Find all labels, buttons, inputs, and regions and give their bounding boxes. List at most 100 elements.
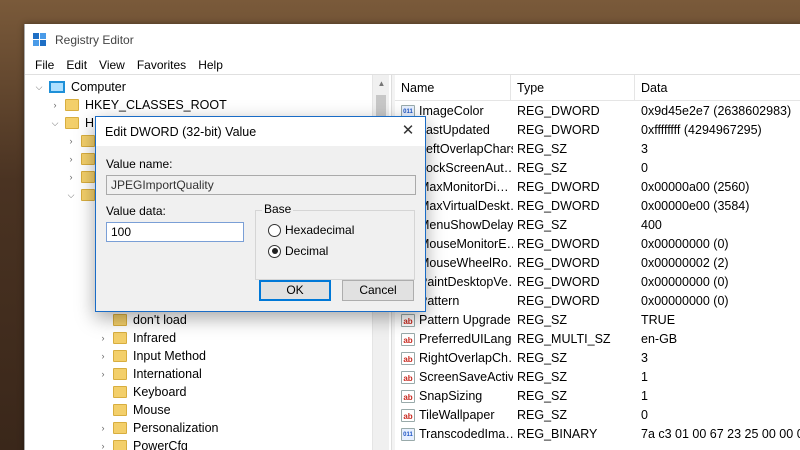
cell-type: REG_MULTI_SZ xyxy=(517,332,611,346)
chevron-down-icon[interactable]: ⌵ xyxy=(65,190,77,201)
tree-item-input-method[interactable]: › Input Method xyxy=(97,347,206,365)
table-row[interactable]: ab PreferredUILang… REG_MULTI_SZ en-GB xyxy=(395,330,800,349)
value-name: MaxMonitorDi… xyxy=(419,180,509,194)
tree-item-mouse[interactable]: Mouse xyxy=(97,401,171,419)
value-data-input[interactable]: 100 xyxy=(106,222,244,242)
value-name: LastUpdated xyxy=(419,123,490,137)
close-icon[interactable]: ✕ xyxy=(397,121,419,141)
table-row[interactable]: 011 TranscodedIma… REG_BINARY 7a c3 01 00 6… xyxy=(395,425,800,444)
cell-data: en-GB xyxy=(641,332,678,346)
window-title: Registry Editor xyxy=(55,33,134,47)
dialog-title-bar[interactable]: Edit DWORD (32-bit) Value ✕ xyxy=(96,117,425,146)
table-row[interactable]: 011MouseWheelRo…REG_DWORD0x00000002 (2) xyxy=(395,254,800,273)
tree-item-computer[interactable]: ⌵ Computer xyxy=(33,78,126,96)
tree-item-personalization[interactable]: › Personalization xyxy=(97,419,219,437)
chevron-right-icon[interactable]: › xyxy=(97,333,109,343)
cell-data: 7a c3 01 00 67 23 25 00 00 0a 0 xyxy=(641,427,800,441)
cell-type: REG_DWORD xyxy=(517,237,600,251)
chevron-right-icon[interactable]: › xyxy=(97,423,109,433)
chevron-right-icon[interactable]: › xyxy=(65,154,77,164)
radio-decimal[interactable]: Decimal xyxy=(268,244,328,258)
cell-type: REG_SZ xyxy=(517,370,568,384)
tree-item-label: H xyxy=(85,116,95,130)
table-row[interactable]: 011LastUpdatedREG_DWORD0xffffffff (42949… xyxy=(395,121,800,140)
string-value-icon: ab xyxy=(401,352,415,365)
value-name: MaxVirtualDeskt… xyxy=(419,199,513,213)
edit-dword-dialog: Edit DWORD (32-bit) Value ✕ Value name: … xyxy=(95,116,426,312)
tree-item-powercfg[interactable]: › PowerCfg xyxy=(97,437,188,450)
table-row[interactable]: abLeftOverlapCharsREG_SZ3 xyxy=(395,140,800,159)
chevron-right-icon[interactable]: › xyxy=(65,172,77,182)
tree-item-hkey-current-user[interactable]: ⌵ H xyxy=(49,114,94,132)
table-row[interactable]: ab SnapSizing REG_SZ 1 xyxy=(395,387,800,406)
value-name: ImageColor xyxy=(419,104,484,118)
tree-item-label: PowerCfg xyxy=(133,439,188,450)
column-header-type[interactable]: Type xyxy=(511,75,635,101)
cell-data: 0x00000000 (0) xyxy=(641,275,729,289)
tree-item-label: HKEY_CLASSES_ROOT xyxy=(85,98,227,112)
value-name: MouseWheelRo… xyxy=(419,256,513,270)
tree-item-label: Infrared xyxy=(133,331,177,345)
dialog-body: Value name: JPEGImportQuality Value data… xyxy=(96,146,425,311)
tree-item-label: Keyboard xyxy=(133,385,187,399)
chevron-right-icon[interactable]: › xyxy=(97,351,109,361)
chevron-down-icon[interactable]: ⌵ xyxy=(33,82,45,93)
column-header-data[interactable]: Data xyxy=(635,75,800,101)
string-value-icon: ab xyxy=(401,409,415,422)
table-row[interactable]: 011MouseMonitorE…REG_DWORD0x00000000 (0) xyxy=(395,235,800,254)
tree-item-keyboard[interactable]: Keyboard xyxy=(97,383,187,401)
menu-view[interactable]: View xyxy=(93,58,131,72)
folder-icon xyxy=(81,135,95,147)
cell-type: REG_DWORD xyxy=(517,104,600,118)
folder-icon xyxy=(81,171,95,183)
registry-editor-icon xyxy=(33,33,47,47)
tree-item-dont-load[interactable]: don't load xyxy=(97,311,187,329)
value-name: TileWallpaper xyxy=(419,408,495,422)
value-name: Pattern Upgrade xyxy=(419,313,511,327)
cell-data: 0 xyxy=(641,408,648,422)
chevron-right-icon[interactable]: › xyxy=(97,441,109,450)
menu-help[interactable]: Help xyxy=(192,58,229,72)
folder-icon xyxy=(81,153,95,165)
radio-button-icon[interactable] xyxy=(268,223,281,237)
folder-icon xyxy=(113,368,127,380)
cell-name: ab TileWallpaper xyxy=(401,406,513,425)
radio-button-checked-icon[interactable] xyxy=(268,244,281,258)
title-bar[interactable]: Registry Editor xyxy=(25,24,800,56)
table-row[interactable]: 011PatternREG_DWORD0x00000000 (0) xyxy=(395,292,800,311)
table-row[interactable]: 011PaintDesktopVe…REG_DWORD0x00000000 (0… xyxy=(395,273,800,292)
string-value-icon: ab xyxy=(401,333,415,346)
ok-button[interactable]: OK xyxy=(259,280,331,301)
column-header-name[interactable]: Name xyxy=(395,75,511,101)
table-row[interactable]: ab Pattern Upgrade REG_SZ TRUE xyxy=(395,311,800,330)
value-name: MouseMonitorE… xyxy=(419,237,513,251)
tree-item-label: Computer xyxy=(71,80,126,94)
cancel-button[interactable]: Cancel xyxy=(342,280,414,301)
cell-name: ab RightOverlapCh… xyxy=(401,349,513,368)
scroll-up-icon[interactable]: ▲ xyxy=(373,75,390,92)
table-row[interactable]: abLockScreenAut…REG_SZ0 xyxy=(395,159,800,178)
table-row[interactable]: 011MaxMonitorDi…REG_DWORD0x00000a00 (256… xyxy=(395,178,800,197)
chevron-down-icon[interactable]: ⌵ xyxy=(49,118,61,129)
tree-item-infrared[interactable]: › Infrared xyxy=(97,329,177,347)
menu-file[interactable]: File xyxy=(29,58,60,72)
table-row[interactable]: ab RightOverlapCh… REG_SZ 3 xyxy=(395,349,800,368)
tree-item-label: Personalization xyxy=(133,421,219,435)
tree-item-international[interactable]: › International xyxy=(97,365,202,383)
menu-favorites[interactable]: Favorites xyxy=(131,58,192,72)
table-row[interactable]: 011MaxVirtualDeskt…REG_DWORD0x00000e00 (… xyxy=(395,197,800,216)
decimal-label: Decimal xyxy=(285,244,329,258)
cell-data: TRUE xyxy=(641,313,676,327)
menu-edit[interactable]: Edit xyxy=(60,58,93,72)
chevron-right-icon[interactable]: › xyxy=(65,136,77,146)
chevron-right-icon[interactable]: › xyxy=(49,100,61,110)
table-row[interactable]: abMenuShowDelayREG_SZ400 xyxy=(395,216,800,235)
table-row[interactable]: ab ScreenSaveActive REG_SZ 1 xyxy=(395,368,800,387)
table-row[interactable]: ab TileWallpaper REG_SZ 0 xyxy=(395,406,800,425)
value-name: TranscodedIma… xyxy=(419,427,513,441)
table-row[interactable]: 011 ImageColor REG_DWORD 0x9d45e2e7 (263860… xyxy=(395,102,800,121)
chevron-right-icon[interactable]: › xyxy=(97,369,109,379)
tree-item-hkey-classes-root[interactable]: › HKEY_CLASSES_ROOT xyxy=(49,96,227,114)
value-name: LockScreenAut… xyxy=(419,161,513,175)
radio-hexadecimal[interactable]: Hexadecimal xyxy=(268,223,354,237)
